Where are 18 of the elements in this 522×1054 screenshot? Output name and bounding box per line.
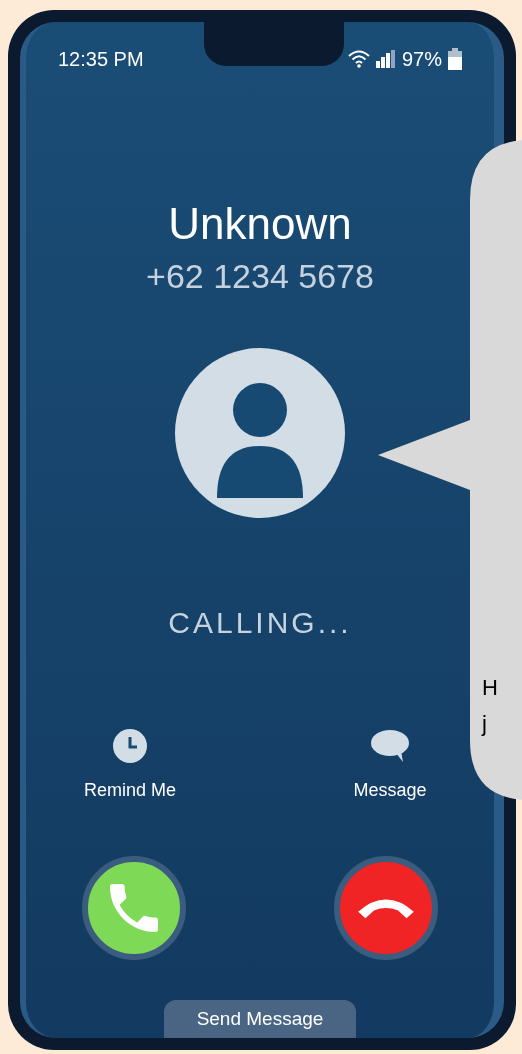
- clock-icon: [113, 729, 147, 763]
- remind-me-button[interactable]: Remind Me: [70, 729, 190, 804]
- status-time: 12:35 PM: [58, 47, 144, 72]
- battery-icon: [448, 48, 462, 70]
- message-button[interactable]: Message: [330, 729, 450, 804]
- caller-number: +62 1234 5678: [146, 256, 374, 297]
- phone-hangup-icon: [357, 897, 415, 919]
- bubble-text: H: [482, 674, 498, 702]
- wifi-icon: [347, 50, 370, 68]
- caller-name: Unknown: [168, 198, 352, 250]
- battery-percent: 97%: [401, 47, 442, 72]
- signal-icon: [375, 50, 396, 68]
- send-message-tab[interactable]: Send Message: [164, 1000, 356, 1038]
- chat-bubble-icon: [370, 729, 410, 763]
- phone-icon: [110, 884, 158, 932]
- call-status: CALLING...: [168, 605, 352, 641]
- avatar-silhouette-icon: [175, 348, 345, 518]
- bubble-text: j: [482, 710, 488, 738]
